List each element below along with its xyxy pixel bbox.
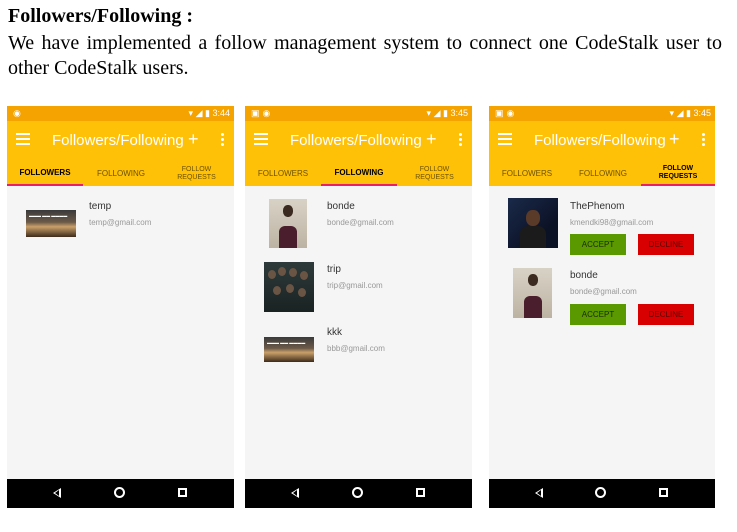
android-nav-bar bbox=[7, 479, 234, 508]
back-icon[interactable] bbox=[535, 488, 543, 498]
tab-follow-requests[interactable]: FOLLOW REQUESTS bbox=[641, 162, 715, 186]
menu-icon[interactable] bbox=[16, 133, 30, 147]
avatar bbox=[513, 268, 552, 318]
more-vert-icon[interactable] bbox=[221, 133, 224, 148]
user-name[interactable]: bonde bbox=[327, 201, 355, 212]
signal-icon: ◢ bbox=[195, 108, 203, 118]
recent-apps-icon[interactable] bbox=[178, 488, 187, 497]
more-vert-icon[interactable] bbox=[702, 133, 705, 148]
tab-followers[interactable]: FOLLOWERS bbox=[245, 162, 321, 186]
tab-following[interactable]: FOLLOWING bbox=[565, 162, 641, 186]
app-title: Followers/Following bbox=[52, 132, 184, 149]
document-paragraph: We have implemented a follow management … bbox=[8, 32, 722, 79]
app-bar: Followers/Following + bbox=[489, 121, 715, 162]
avatar bbox=[269, 199, 307, 248]
plus-icon[interactable]: + bbox=[426, 129, 437, 150]
decline-button[interactable]: DECLINE bbox=[638, 234, 694, 255]
tab-followers[interactable]: FOLLOWERS bbox=[489, 162, 565, 186]
app-bar: Followers/Following + bbox=[7, 121, 234, 162]
user-email: bonde@gmail.com bbox=[570, 287, 637, 296]
status-time: 3:45 bbox=[450, 108, 468, 118]
back-icon[interactable] bbox=[53, 488, 61, 498]
menu-icon[interactable] bbox=[254, 133, 268, 147]
notification-icons: ▣◉ bbox=[495, 108, 518, 118]
battery-icon: ▮ bbox=[205, 108, 210, 118]
recent-apps-icon[interactable] bbox=[659, 488, 668, 497]
phone-screenshot-followers: ◉ ▾ ◢ ▮ 3:44 Followers/Following + FOLLO… bbox=[7, 106, 234, 508]
user-name[interactable]: temp bbox=[89, 201, 111, 212]
status-bar: ◉ ▾ ◢ ▮ 3:44 bbox=[7, 106, 234, 121]
app-bar: Followers/Following + bbox=[245, 121, 472, 162]
accept-button[interactable]: ACCEPT bbox=[570, 234, 626, 255]
home-icon[interactable] bbox=[595, 487, 606, 498]
tab-followers[interactable]: FOLLOWERS bbox=[7, 162, 83, 186]
plus-icon[interactable]: + bbox=[669, 129, 680, 150]
user-email: trip@gmail.com bbox=[327, 281, 383, 290]
status-time: 3:45 bbox=[693, 108, 711, 118]
tab-bar: FOLLOWERS FOLLOWING FOLLOW REQUESTS bbox=[245, 162, 472, 186]
wifi-icon: ▾ bbox=[426, 108, 432, 118]
decline-button[interactable]: DECLINE bbox=[638, 304, 694, 325]
more-vert-icon[interactable] bbox=[459, 133, 462, 148]
signal-icon: ◢ bbox=[676, 108, 684, 118]
tab-follow-requests[interactable]: FOLLOW REQUESTS bbox=[397, 162, 472, 186]
android-nav-bar bbox=[489, 479, 715, 508]
tab-follow-requests[interactable]: FOLLOW REQUESTS bbox=[159, 162, 234, 186]
status-time: 3:44 bbox=[212, 108, 230, 118]
follow-requests-list: ThePhenom kmendki98@gmail.com ACCEPT DEC… bbox=[489, 186, 715, 479]
user-email: bonde@gmail.com bbox=[327, 218, 394, 227]
user-name[interactable]: bonde bbox=[570, 270, 598, 281]
tab-following[interactable]: FOLLOWING bbox=[83, 162, 159, 186]
back-icon[interactable] bbox=[291, 488, 299, 498]
phone-screenshot-following: ▣◉ ▾ ◢ ▮ 3:45 Followers/Following + FOLL… bbox=[245, 106, 472, 508]
avatar bbox=[508, 198, 558, 248]
notification-icons: ▣◉ bbox=[251, 108, 274, 118]
home-icon[interactable] bbox=[114, 487, 125, 498]
app-title: Followers/Following bbox=[290, 132, 422, 149]
plus-icon[interactable]: + bbox=[188, 129, 199, 150]
following-list: bonde bonde@gmail.com trip trip@gmail.co… bbox=[245, 186, 472, 479]
tab-following[interactable]: FOLLOWING bbox=[321, 162, 397, 186]
avatar bbox=[264, 262, 314, 312]
status-bar: ▣◉ ▾ ◢ ▮ 3:45 bbox=[489, 106, 715, 121]
status-bar: ▣◉ ▾ ◢ ▮ 3:45 bbox=[245, 106, 472, 121]
app-title: Followers/Following bbox=[534, 132, 666, 149]
android-nav-bar bbox=[245, 479, 472, 508]
notification-icons: ◉ bbox=[13, 108, 24, 118]
battery-icon: ▮ bbox=[686, 108, 691, 118]
user-email: kmendki98@gmail.com bbox=[570, 218, 654, 227]
wifi-icon: ▾ bbox=[669, 108, 675, 118]
phone-screenshot-follow-requests: ▣◉ ▾ ◢ ▮ 3:45 Followers/Following + FOLL… bbox=[489, 106, 715, 508]
user-email: bbb@gmail.com bbox=[327, 344, 385, 353]
wifi-icon: ▾ bbox=[188, 108, 194, 118]
tab-bar: FOLLOWERS FOLLOWING FOLLOW REQUESTS bbox=[7, 162, 234, 186]
user-email: temp@gmail.com bbox=[89, 218, 152, 227]
avatar: ▬▬▬ ▬▬ ▬▬▬▬ bbox=[26, 210, 76, 237]
home-icon[interactable] bbox=[352, 487, 363, 498]
followers-list: ▬▬▬ ▬▬ ▬▬▬▬ temp temp@gmail.com bbox=[7, 186, 234, 479]
user-name[interactable]: trip bbox=[327, 264, 341, 275]
avatar: ▬▬▬ ▬▬ ▬▬▬▬ bbox=[264, 337, 314, 362]
user-name[interactable]: ThePhenom bbox=[570, 201, 624, 212]
signal-icon: ◢ bbox=[433, 108, 441, 118]
document-heading: Followers/Following : bbox=[8, 5, 193, 27]
accept-button[interactable]: ACCEPT bbox=[570, 304, 626, 325]
menu-icon[interactable] bbox=[498, 133, 512, 147]
user-name[interactable]: kkk bbox=[327, 327, 342, 338]
tab-bar: FOLLOWERS FOLLOWING FOLLOW REQUESTS bbox=[489, 162, 715, 186]
recent-apps-icon[interactable] bbox=[416, 488, 425, 497]
battery-icon: ▮ bbox=[443, 108, 448, 118]
